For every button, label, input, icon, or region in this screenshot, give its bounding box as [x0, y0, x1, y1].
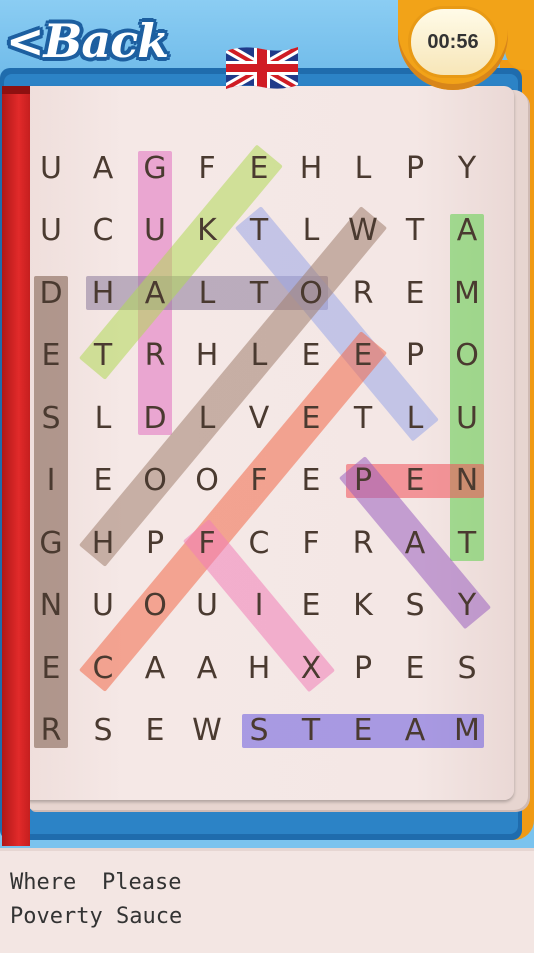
grid-letter[interactable]: R [129, 325, 181, 387]
grid-letter[interactable]: A [389, 700, 441, 762]
grid-letter[interactable]: P [389, 325, 441, 387]
grid-letter[interactable]: E [337, 700, 389, 762]
grid-letter[interactable]: L [233, 325, 285, 387]
grid-letter[interactable]: R [25, 700, 77, 762]
grid-letter[interactable]: T [389, 200, 441, 262]
grid-letter[interactable]: E [389, 450, 441, 512]
grid-letter[interactable]: E [285, 575, 337, 637]
grid-letter[interactable]: O [129, 450, 181, 512]
grid-letter[interactable]: E [285, 325, 337, 387]
grid-letter[interactable]: P [337, 450, 389, 512]
grid-letter[interactable]: M [441, 700, 493, 762]
grid-letter[interactable]: E [25, 325, 77, 387]
grid-letter[interactable]: F [285, 512, 337, 574]
grid-letter[interactable]: N [25, 575, 77, 637]
grid-letter[interactable]: X [285, 637, 337, 699]
grid-letter[interactable]: C [77, 637, 129, 699]
bookmark-ribbon-top [2, 86, 30, 94]
grid-letter[interactable]: T [285, 700, 337, 762]
grid-letter[interactable]: A [181, 637, 233, 699]
grid-letter[interactable]: T [77, 325, 129, 387]
grid-letter[interactable]: P [337, 637, 389, 699]
grid-letter[interactable]: L [181, 262, 233, 324]
word-item: Please [102, 870, 182, 895]
grid-letter[interactable]: S [77, 700, 129, 762]
grid-letter[interactable]: I [233, 575, 285, 637]
grid-letter[interactable]: H [77, 512, 129, 574]
orange-corner [505, 0, 534, 70]
grid-letter[interactable]: K [337, 575, 389, 637]
grid-letter[interactable]: E [77, 450, 129, 512]
grid-letter[interactable]: G [25, 512, 77, 574]
grid-letter[interactable]: Y [441, 137, 493, 199]
grid-letter[interactable]: E [285, 450, 337, 512]
grid-letter[interactable]: S [389, 575, 441, 637]
grid-letter[interactable]: F [181, 137, 233, 199]
grid-letter[interactable]: F [233, 450, 285, 512]
grid-letter[interactable]: A [441, 200, 493, 262]
grid-letter[interactable]: D [25, 262, 77, 324]
grid-letter[interactable]: P [389, 137, 441, 199]
grid-letter[interactable]: E [129, 700, 181, 762]
grid-letter[interactable]: A [129, 637, 181, 699]
grid-letter[interactable]: S [441, 637, 493, 699]
grid-letter[interactable]: T [337, 387, 389, 449]
grid-letter[interactable]: N [441, 450, 493, 512]
grid-letter[interactable]: Y [441, 575, 493, 637]
grid-letter[interactable]: P [129, 512, 181, 574]
grid-letter[interactable]: D [129, 387, 181, 449]
grid-letter[interactable]: L [77, 387, 129, 449]
grid-letter[interactable]: A [389, 512, 441, 574]
grid-letter[interactable]: F [181, 512, 233, 574]
grid-letter[interactable]: O [285, 262, 337, 324]
grid-letter[interactable]: E [389, 262, 441, 324]
timer-display: 00:56 [408, 6, 498, 78]
back-button[interactable]: <Back [6, 6, 169, 76]
grid-letter[interactable]: H [285, 137, 337, 199]
grid-letter[interactable]: T [441, 512, 493, 574]
grid-letter[interactable]: E [25, 637, 77, 699]
grid-letter[interactable]: H [77, 262, 129, 324]
grid-letter[interactable]: U [181, 575, 233, 637]
grid-letter[interactable]: K [181, 200, 233, 262]
grid-letter[interactable]: O [181, 450, 233, 512]
grid-letter[interactable]: S [233, 700, 285, 762]
grid-letter[interactable]: L [181, 387, 233, 449]
grid-letter[interactable]: C [77, 200, 129, 262]
word-item: Poverty [10, 904, 103, 929]
grid-letter[interactable]: U [77, 575, 129, 637]
grid-letter[interactable]: G [129, 137, 181, 199]
grid-letter[interactable]: L [337, 137, 389, 199]
grid-letter[interactable]: U [25, 200, 77, 262]
grid-letter[interactable]: O [129, 575, 181, 637]
grid-letter[interactable]: C [233, 512, 285, 574]
grid-letter[interactable]: U [441, 387, 493, 449]
grid-letter[interactable]: U [25, 137, 77, 199]
word-item: Where [10, 870, 77, 895]
grid-letter[interactable]: O [441, 325, 493, 387]
grid-letter[interactable]: A [77, 137, 129, 199]
grid-letter[interactable]: U [129, 200, 181, 262]
uk-flag-icon[interactable] [222, 45, 302, 91]
grid-letter[interactable]: H [233, 637, 285, 699]
grid-letter[interactable]: W [181, 700, 233, 762]
grid-letter[interactable]: I [25, 450, 77, 512]
grid-letter[interactable]: T [233, 262, 285, 324]
grid-letter[interactable]: L [285, 200, 337, 262]
grid-letter[interactable]: T [233, 200, 285, 262]
grid-letter[interactable]: S [25, 387, 77, 449]
grid-letter[interactable]: E [337, 325, 389, 387]
grid-letter[interactable]: M [441, 262, 493, 324]
grid-letter[interactable]: R [337, 262, 389, 324]
grid-letter[interactable]: E [389, 637, 441, 699]
grid-letter[interactable]: E [233, 137, 285, 199]
grid-letter[interactable]: V [233, 387, 285, 449]
grid-letter[interactable]: A [129, 262, 181, 324]
grid-letter[interactable]: H [181, 325, 233, 387]
word-item: Sauce [116, 904, 183, 929]
grid-letter[interactable]: R [337, 512, 389, 574]
grid-letter[interactable]: W [337, 200, 389, 262]
grid-letter[interactable]: L [389, 387, 441, 449]
grid-letter[interactable]: E [285, 387, 337, 449]
